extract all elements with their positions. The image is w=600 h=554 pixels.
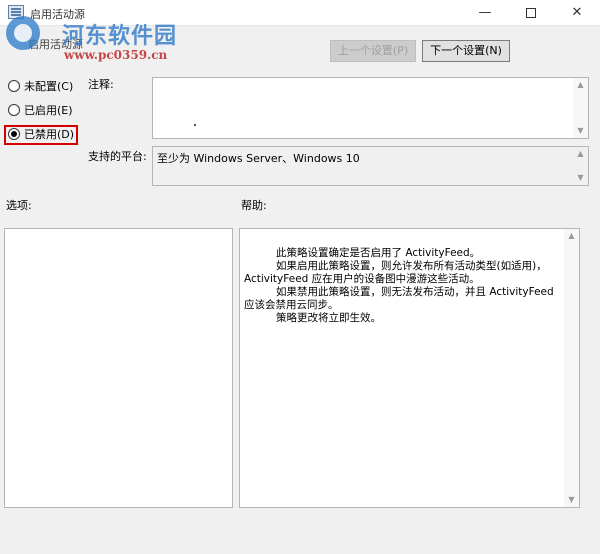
- radio-label: 未配置(C): [24, 80, 74, 93]
- radio-circle-icon: [8, 80, 20, 92]
- platform-label: 支持的平台:: [88, 150, 147, 163]
- radio-enabled[interactable]: 已启用(E): [8, 102, 73, 120]
- maximize-button[interactable]: [508, 0, 554, 26]
- help-text: 此策略设置确定是否启用了 ActivityFeed。 如果启用此策略设置，则允许…: [244, 247, 566, 325]
- comment-scrollbar[interactable]: ▲ ▼: [573, 78, 588, 138]
- title-bar: 启用活动源 — ✕: [0, 0, 600, 26]
- scroll-up-icon[interactable]: ▲: [573, 78, 588, 92]
- radio-disabled[interactable]: 已禁用(D): [8, 126, 74, 144]
- scroll-up-icon[interactable]: ▲: [564, 229, 579, 243]
- help-paragraph: 如果禁用此策略设置，则无法发布活动，并且 ActivityFeed 应该会禁用云…: [244, 286, 554, 311]
- help-label: 帮助:: [241, 199, 267, 212]
- window-title: 启用活动源: [30, 8, 85, 21]
- help-paragraph: 此策略设置确定是否启用了 ActivityFeed。: [276, 247, 481, 259]
- close-button[interactable]: ✕: [554, 0, 600, 26]
- radio-label: 已启用(E): [24, 104, 73, 117]
- platform-scrollbar[interactable]: ▲ ▼: [573, 147, 588, 185]
- scroll-down-icon[interactable]: ▼: [573, 171, 588, 185]
- radio-circle-icon: [8, 104, 20, 116]
- help-pane: 此策略设置确定是否启用了 ActivityFeed。 如果启用此策略设置，则允许…: [239, 228, 580, 508]
- radio-not-configured[interactable]: 未配置(C): [8, 78, 73, 96]
- scroll-down-icon[interactable]: ▼: [573, 124, 588, 138]
- options-pane: [4, 228, 233, 508]
- radio-circle-checked-icon: [8, 128, 20, 140]
- options-label: 选项:: [6, 199, 32, 212]
- maximize-icon: [526, 7, 536, 18]
- platform-value: 至少为 Windows Server、Windows 10: [157, 152, 360, 165]
- next-setting-button[interactable]: 下一个设置(N): [422, 40, 510, 62]
- help-paragraph: 如果启用此策略设置，则允许发布所有活动类型(如适用)，ActivityFeed …: [244, 260, 547, 285]
- scroll-down-icon[interactable]: ▼: [564, 493, 579, 507]
- policy-app-icon: [8, 5, 24, 19]
- scroll-up-icon[interactable]: ▲: [573, 147, 588, 161]
- policy-title: 启用活动源: [28, 38, 83, 51]
- comment-label: 注释:: [88, 78, 114, 91]
- help-scrollbar[interactable]: ▲ ▼: [564, 229, 579, 507]
- help-paragraph: 策略更改将立即生效。: [276, 312, 381, 324]
- comment-textarea[interactable]: ▲ ▼: [152, 77, 589, 139]
- minimize-button[interactable]: —: [462, 0, 508, 26]
- previous-setting-button[interactable]: 上一个设置(P): [330, 40, 416, 62]
- text-cursor-dot: [194, 124, 196, 126]
- supported-platform-field: 至少为 Windows Server、Windows 10 ▲ ▼: [152, 146, 589, 186]
- radio-label: 已禁用(D): [24, 128, 75, 141]
